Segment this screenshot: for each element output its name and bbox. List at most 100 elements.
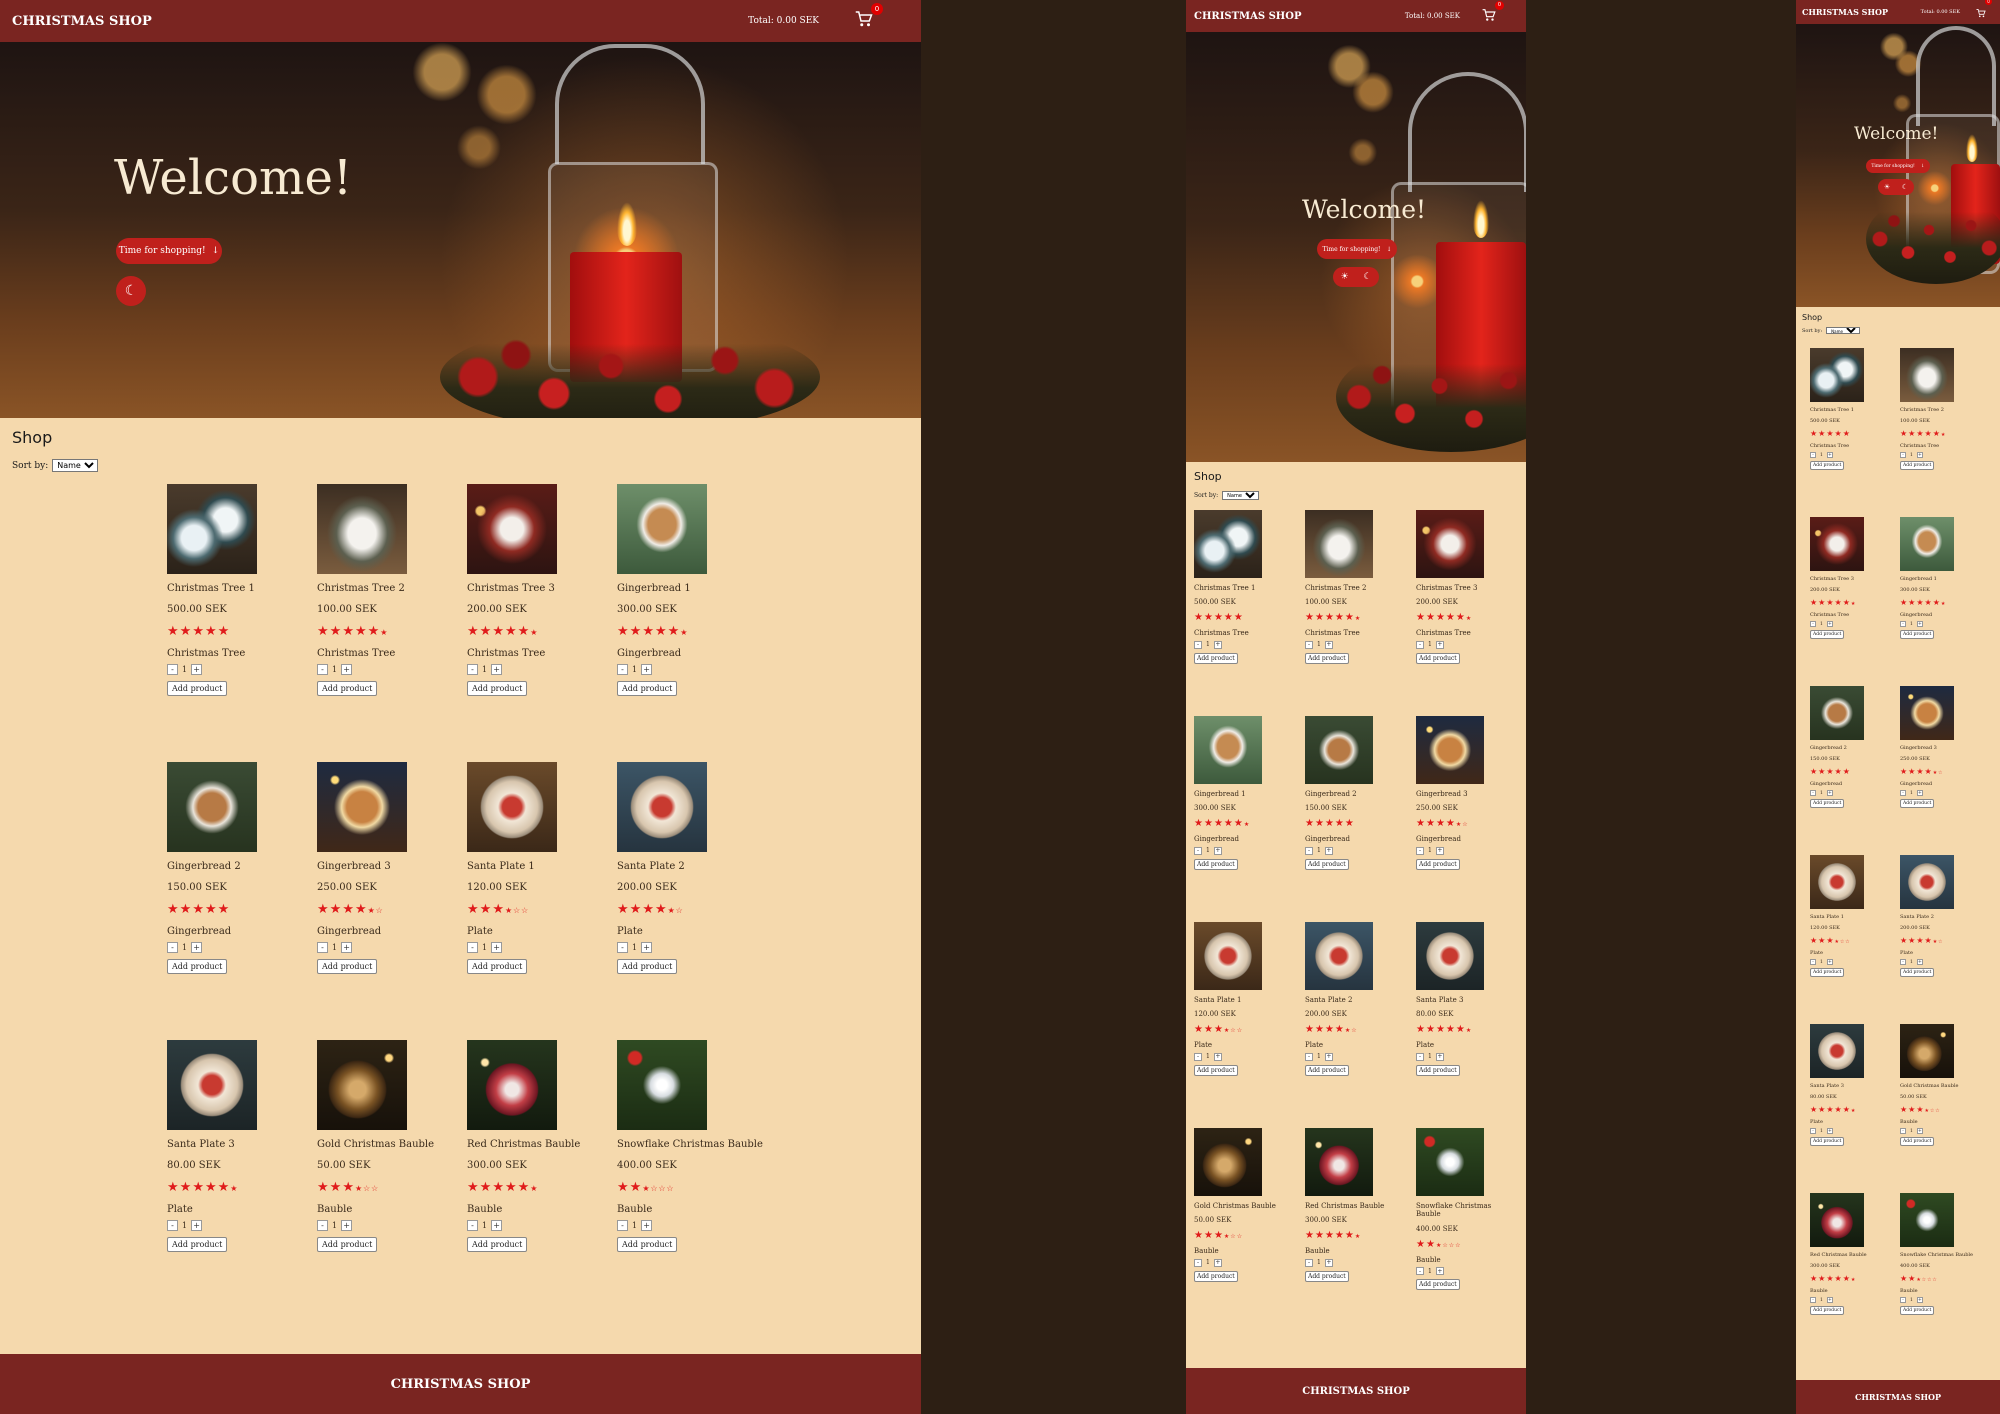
- increase-qty-button[interactable]: +: [1826, 1128, 1833, 1134]
- increase-qty-button[interactable]: +: [1213, 1258, 1222, 1267]
- decrease-qty-button[interactable]: -: [617, 664, 628, 676]
- decrease-qty-button[interactable]: -: [1416, 1052, 1424, 1061]
- moon-icon[interactable]: ☾: [1356, 267, 1379, 287]
- increase-qty-button[interactable]: +: [641, 664, 653, 676]
- add-product-button[interactable]: Add product: [1900, 630, 1935, 639]
- decrease-qty-button[interactable]: -: [1810, 1128, 1816, 1134]
- add-product-button[interactable]: Add product: [1810, 461, 1845, 470]
- decrease-qty-button[interactable]: -: [167, 664, 178, 676]
- brand-logo[interactable]: CHRISTMAS SHOP: [12, 14, 152, 29]
- moon-icon[interactable]: ☾: [116, 276, 146, 306]
- add-product-button[interactable]: Add product: [1305, 652, 1349, 664]
- add-product-button[interactable]: Add product: [1194, 1064, 1238, 1076]
- shop-now-button[interactable]: Time for shopping! ↓: [1317, 239, 1397, 259]
- cart-button[interactable]: 0: [855, 2, 883, 32]
- increase-qty-button[interactable]: +: [1826, 1297, 1833, 1303]
- add-product-button[interactable]: Add product: [1900, 1306, 1935, 1315]
- increase-qty-button[interactable]: +: [1826, 959, 1833, 965]
- moon-icon[interactable]: ☾: [1896, 179, 1914, 195]
- increase-qty-button[interactable]: +: [491, 1220, 503, 1232]
- increase-qty-button[interactable]: +: [1916, 1128, 1923, 1134]
- increase-qty-button[interactable]: +: [1324, 846, 1333, 855]
- decrease-qty-button[interactable]: -: [1810, 790, 1816, 796]
- add-product-button[interactable]: Add product: [617, 680, 678, 696]
- add-product-button[interactable]: Add product: [1416, 858, 1460, 870]
- decrease-qty-button[interactable]: -: [317, 1220, 328, 1232]
- add-product-button[interactable]: Add product: [1416, 1278, 1460, 1290]
- decrease-qty-button[interactable]: -: [1416, 1267, 1424, 1276]
- add-product-button[interactable]: Add product: [167, 680, 228, 696]
- add-product-button[interactable]: Add product: [167, 958, 228, 974]
- decrease-qty-button[interactable]: -: [1416, 640, 1424, 649]
- increase-qty-button[interactable]: +: [1435, 1052, 1444, 1061]
- decrease-qty-button[interactable]: -: [617, 1220, 628, 1232]
- increase-qty-button[interactable]: +: [491, 942, 503, 954]
- add-product-button[interactable]: Add product: [1416, 1064, 1460, 1076]
- add-product-button[interactable]: Add product: [467, 680, 528, 696]
- sun-icon[interactable]: ☀: [1333, 267, 1356, 287]
- decrease-qty-button[interactable]: -: [617, 942, 628, 954]
- decrease-qty-button[interactable]: -: [1900, 1128, 1906, 1134]
- decrease-qty-button[interactable]: -: [167, 942, 178, 954]
- add-product-button[interactable]: Add product: [167, 1236, 228, 1252]
- increase-qty-button[interactable]: +: [341, 1220, 353, 1232]
- increase-qty-button[interactable]: +: [1916, 959, 1923, 965]
- add-product-button[interactable]: Add product: [1810, 1306, 1845, 1315]
- decrease-qty-button[interactable]: -: [1416, 846, 1424, 855]
- decrease-qty-button[interactable]: -: [1305, 1052, 1313, 1061]
- increase-qty-button[interactable]: +: [1826, 452, 1833, 458]
- increase-qty-button[interactable]: +: [1435, 640, 1444, 649]
- add-product-button[interactable]: Add product: [1416, 652, 1460, 664]
- increase-qty-button[interactable]: +: [1213, 1052, 1222, 1061]
- add-product-button[interactable]: Add product: [1810, 799, 1845, 808]
- cart-button[interactable]: 0: [1482, 0, 1504, 26]
- decrease-qty-button[interactable]: -: [317, 664, 328, 676]
- decrease-qty-button[interactable]: -: [1194, 846, 1202, 855]
- increase-qty-button[interactable]: +: [1213, 640, 1222, 649]
- add-product-button[interactable]: Add product: [467, 1236, 528, 1252]
- add-product-button[interactable]: Add product: [467, 958, 528, 974]
- shop-now-button[interactable]: Time for shopping! ↓: [1866, 159, 1930, 173]
- increase-qty-button[interactable]: +: [641, 1220, 653, 1232]
- add-product-button[interactable]: Add product: [1194, 1270, 1238, 1282]
- decrease-qty-button[interactable]: -: [467, 1220, 478, 1232]
- increase-qty-button[interactable]: +: [1916, 621, 1923, 627]
- decrease-qty-button[interactable]: -: [1194, 1258, 1202, 1267]
- add-product-button[interactable]: Add product: [1194, 652, 1238, 664]
- add-product-button[interactable]: Add product: [317, 1236, 378, 1252]
- brand-logo[interactable]: CHRISTMAS SHOP: [1194, 11, 1302, 22]
- increase-qty-button[interactable]: +: [341, 664, 353, 676]
- decrease-qty-button[interactable]: -: [1900, 452, 1906, 458]
- decrease-qty-button[interactable]: -: [1900, 1297, 1906, 1303]
- increase-qty-button[interactable]: +: [1435, 1267, 1444, 1276]
- decrease-qty-button[interactable]: -: [1194, 640, 1202, 649]
- increase-qty-button[interactable]: +: [191, 942, 203, 954]
- decrease-qty-button[interactable]: -: [1194, 1052, 1202, 1061]
- decrease-qty-button[interactable]: -: [1305, 846, 1313, 855]
- decrease-qty-button[interactable]: -: [317, 942, 328, 954]
- add-product-button[interactable]: Add product: [1305, 1064, 1349, 1076]
- add-product-button[interactable]: Add product: [1810, 630, 1845, 639]
- increase-qty-button[interactable]: +: [1324, 1052, 1333, 1061]
- increase-qty-button[interactable]: +: [1324, 1258, 1333, 1267]
- add-product-button[interactable]: Add product: [1305, 1270, 1349, 1282]
- add-product-button[interactable]: Add product: [617, 1236, 678, 1252]
- increase-qty-button[interactable]: +: [641, 942, 653, 954]
- brand-logo[interactable]: CHRISTMAS SHOP: [1802, 7, 1888, 17]
- decrease-qty-button[interactable]: -: [1900, 790, 1906, 796]
- decrease-qty-button[interactable]: -: [1305, 1258, 1313, 1267]
- add-product-button[interactable]: Add product: [1900, 799, 1935, 808]
- decrease-qty-button[interactable]: -: [1810, 1297, 1816, 1303]
- decrease-qty-button[interactable]: -: [1900, 959, 1906, 965]
- increase-qty-button[interactable]: +: [341, 942, 353, 954]
- cart-button[interactable]: 0: [1976, 0, 1992, 22]
- decrease-qty-button[interactable]: -: [1810, 452, 1816, 458]
- decrease-qty-button[interactable]: -: [167, 1220, 178, 1232]
- decrease-qty-button[interactable]: -: [467, 942, 478, 954]
- add-product-button[interactable]: Add product: [1810, 1137, 1845, 1146]
- increase-qty-button[interactable]: +: [491, 664, 503, 676]
- add-product-button[interactable]: Add product: [1194, 858, 1238, 870]
- sort-select[interactable]: Name: [1826, 327, 1861, 334]
- increase-qty-button[interactable]: +: [1826, 621, 1833, 627]
- add-product-button[interactable]: Add product: [617, 958, 678, 974]
